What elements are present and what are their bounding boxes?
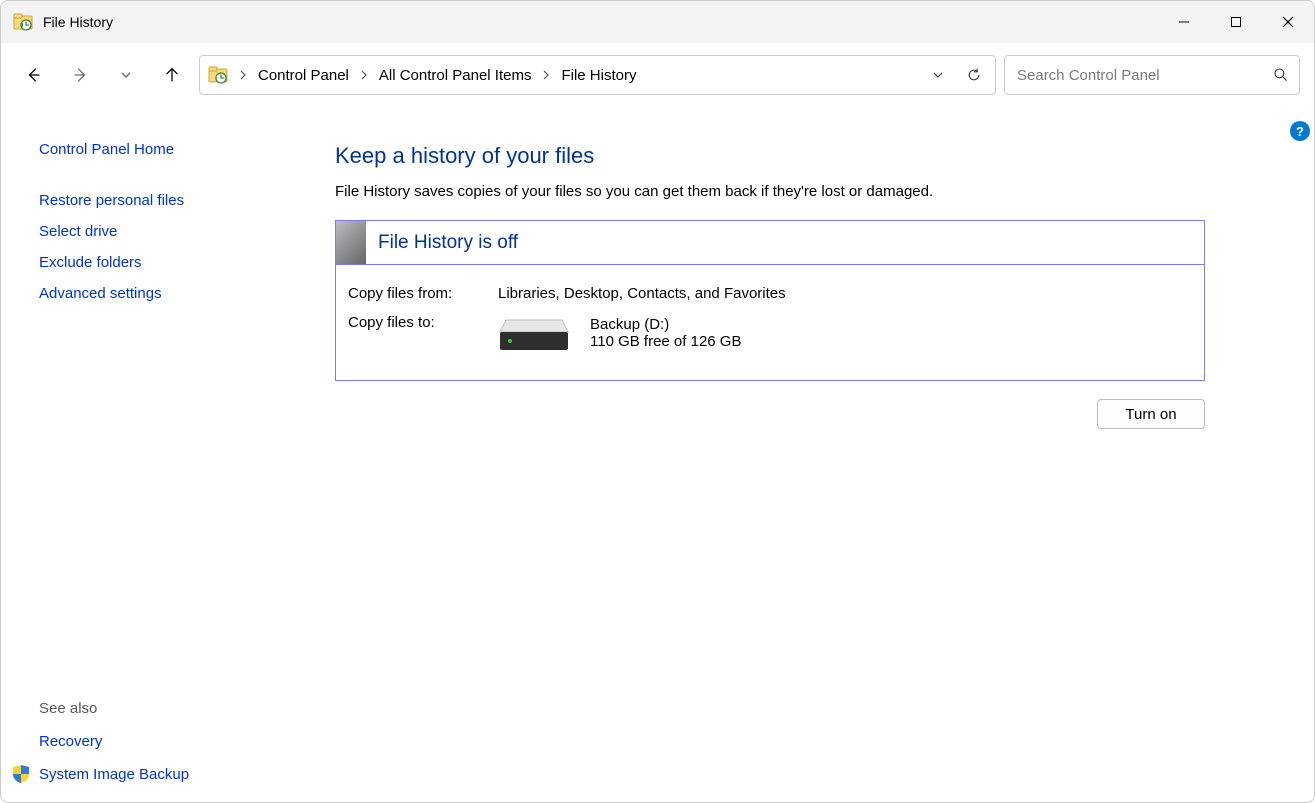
shield-icon xyxy=(11,764,31,784)
page-subtitle: File History saves copies of your files … xyxy=(335,183,1278,200)
content-area: ? Keep a history of your files File Hist… xyxy=(321,107,1314,802)
search-icon[interactable] xyxy=(1273,67,1289,83)
see-also-label: See also xyxy=(39,700,321,717)
copy-to-label: Copy files to: xyxy=(348,314,498,331)
address-bar[interactable]: Control Panel All Control Panel Items Fi… xyxy=(199,55,996,95)
refresh-button[interactable] xyxy=(957,59,991,91)
copy-from-value: Libraries, Desktop, Contacts, and Favori… xyxy=(498,285,1192,302)
file-history-icon xyxy=(208,65,228,85)
chevron-right-icon[interactable] xyxy=(357,70,371,80)
chevron-right-icon[interactable] xyxy=(236,70,250,80)
search-box[interactable] xyxy=(1004,55,1300,95)
titlebar: File History xyxy=(1,1,1314,43)
drive-space: 110 GB free of 126 GB xyxy=(590,333,741,350)
chevron-right-icon[interactable] xyxy=(539,70,553,80)
status-flag-icon xyxy=(336,221,366,264)
copy-from-label: Copy files from: xyxy=(348,285,498,302)
recovery-link[interactable]: Recovery xyxy=(39,733,321,750)
control-panel-home-link[interactable]: Control Panel Home xyxy=(39,141,321,158)
search-input[interactable] xyxy=(1015,66,1265,85)
back-button[interactable] xyxy=(15,56,53,94)
system-image-backup-link[interactable]: System Image Backup xyxy=(39,766,189,783)
breadcrumb-item[interactable]: Control Panel xyxy=(252,63,355,88)
restore-personal-files-link[interactable]: Restore personal files xyxy=(39,192,321,209)
status-header: File History is off xyxy=(336,221,1204,265)
up-button[interactable] xyxy=(153,56,191,94)
breadcrumb-item[interactable]: All Control Panel Items xyxy=(373,63,538,88)
maximize-button[interactable] xyxy=(1210,1,1262,43)
exclude-folders-link[interactable]: Exclude folders xyxy=(39,254,321,271)
breadcrumb-item[interactable]: File History xyxy=(555,63,642,88)
address-dropdown-button[interactable] xyxy=(921,59,955,91)
select-drive-link[interactable]: Select drive xyxy=(39,223,321,240)
minimize-button[interactable] xyxy=(1158,1,1210,43)
file-history-icon xyxy=(13,12,33,32)
close-button[interactable] xyxy=(1262,1,1314,43)
main-area: Control Panel Home Restore personal file… xyxy=(1,107,1314,802)
help-icon[interactable]: ? xyxy=(1290,121,1310,141)
window-title: File History xyxy=(43,14,113,30)
drive-icon xyxy=(498,318,570,352)
advanced-settings-link[interactable]: Advanced settings xyxy=(39,285,321,302)
sidebar: Control Panel Home Restore personal file… xyxy=(1,107,321,802)
turn-on-button[interactable]: Turn on xyxy=(1097,399,1205,429)
nav-toolbar: Control Panel All Control Panel Items Fi… xyxy=(1,43,1314,107)
status-title: File History is off xyxy=(366,232,518,254)
page-heading: Keep a history of your files xyxy=(335,143,1278,169)
drive-name: Backup (D:) xyxy=(590,316,741,333)
forward-button[interactable] xyxy=(61,56,99,94)
status-box: File History is off Copy files from: Lib… xyxy=(335,220,1205,381)
recent-locations-button[interactable] xyxy=(107,56,145,94)
